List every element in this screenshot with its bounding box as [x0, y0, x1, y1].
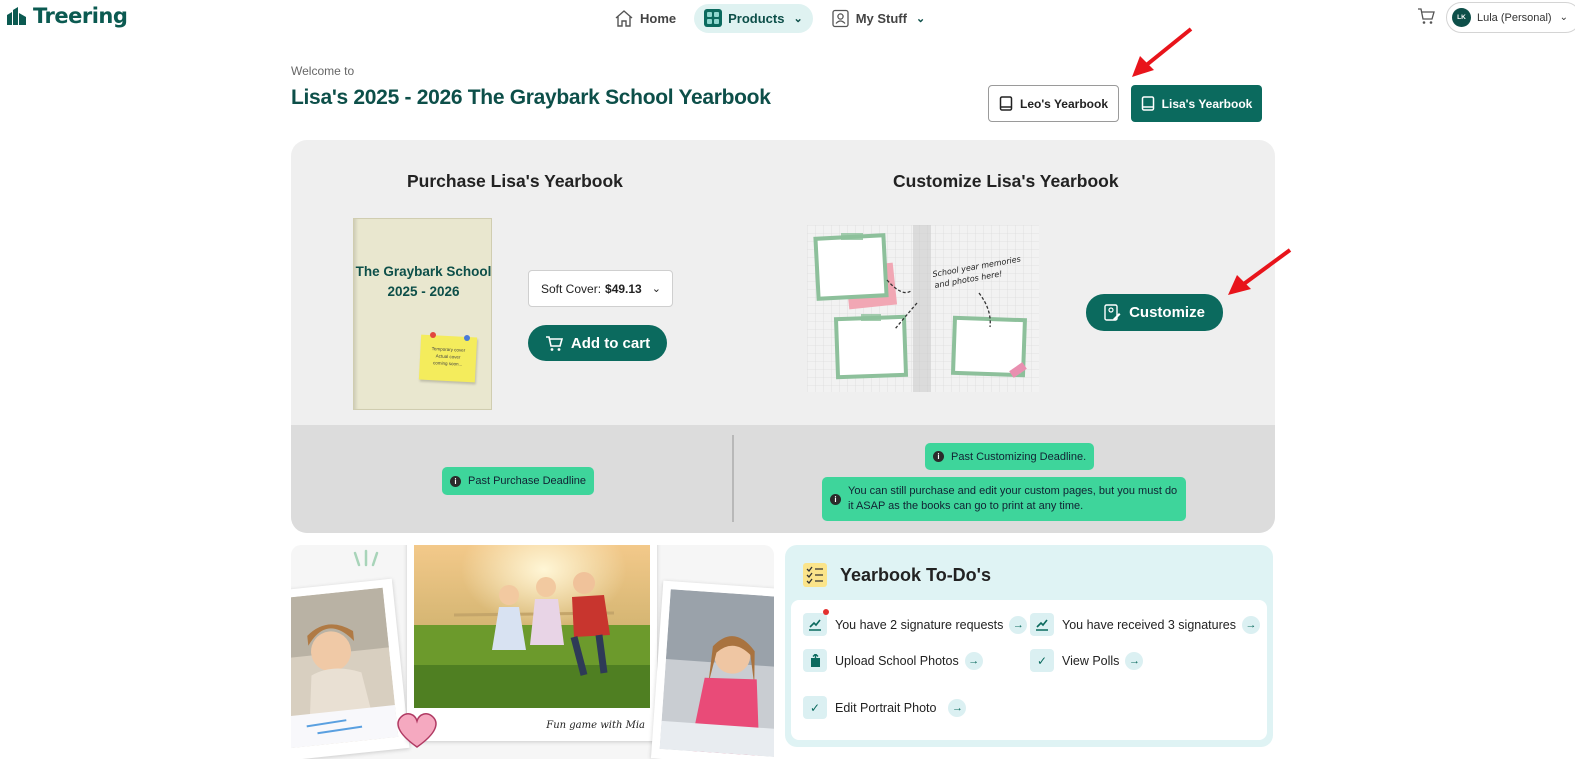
home-icon: [615, 9, 633, 27]
arrow-right-icon: →: [1125, 651, 1144, 670]
pin-icon: [464, 335, 470, 341]
info-icon: i: [450, 475, 461, 487]
nav-my-stuff[interactable]: My Stuff ⌄: [821, 4, 936, 33]
todo-view-polls[interactable]: ✓ View Polls →: [1030, 649, 1144, 672]
todo-title: Yearbook To-Do's: [840, 565, 991, 585]
todo-list: You have 2 signature requests → You have…: [791, 600, 1267, 740]
arrow-right-icon: →: [1009, 615, 1028, 634]
checklist-icon: [803, 563, 827, 587]
customize-label: Customize: [1129, 304, 1205, 321]
child-drawing-photo: [291, 587, 399, 749]
girl-laughing-photo: [659, 589, 774, 757]
edit-page-icon: [1104, 304, 1121, 321]
pin-icon: [430, 332, 436, 338]
leo-yearbook-label: Leo's Yearbook: [1019, 96, 1108, 111]
chevron-down-icon: ⌄: [793, 12, 803, 25]
check-icon: ✓: [803, 696, 827, 719]
red-annotation-arrow-icon: [1132, 27, 1193, 77]
cart-icon: [1418, 8, 1435, 24]
add-to-cart-label: Add to cart: [570, 334, 651, 352]
kids-tug-of-war-photo: [414, 545, 650, 708]
todo-edit-portrait-photo[interactable]: ✓ Edit Portrait Photo →: [803, 696, 967, 719]
todo-upload-school-photos[interactable]: Upload School Photos →: [803, 649, 983, 672]
nav-home[interactable]: Home: [604, 4, 686, 33]
nav-products-label: Products: [728, 10, 785, 26]
cover-option-label: Soft Cover:: [541, 281, 602, 296]
collage-caption: Fun game with Mia: [546, 720, 645, 731]
divider: [732, 435, 734, 522]
todo-label: View Polls: [1062, 653, 1120, 668]
account-name: Lula (Personal): [1477, 11, 1552, 24]
arrow-right-icon: →: [948, 698, 967, 717]
red-annotation-arrow-icon: [1228, 248, 1292, 295]
customize-section-title: Customize Lisa's Yearbook: [893, 171, 1119, 191]
book-icon: [1141, 95, 1154, 111]
nav-products[interactable]: Products ⌄: [694, 3, 813, 33]
purchase-deadline-badge: i Past Purchase Deadline: [442, 467, 595, 495]
check-icon: ✓: [1030, 649, 1054, 672]
treering-logo[interactable]: Treering: [6, 4, 128, 28]
todo-label: You have received 3 signatures: [1062, 617, 1236, 632]
todo-card: Yearbook To-Do's You have 2 signature re…: [785, 545, 1273, 747]
avatar: LK: [1452, 8, 1471, 27]
yearbook-cover-image: The Graybark School 2025 - 2026 Temporar…: [353, 218, 492, 410]
add-to-cart-button[interactable]: Add to cart: [528, 325, 667, 361]
open-yearbook-illustration: School year memories and photos here!: [807, 225, 1039, 392]
todo-label: Upload School Photos: [835, 653, 959, 668]
book-icon: [999, 95, 1013, 111]
heart-icon: [397, 713, 437, 748]
info-icon: i: [933, 451, 944, 462]
customize-button[interactable]: Customize: [1086, 294, 1223, 331]
cart-button[interactable]: [1417, 7, 1435, 30]
customize-notice-text: You can still purchase and edit your cus…: [848, 485, 1178, 512]
products-grid-icon: [704, 9, 723, 27]
upload-photo-icon: [803, 649, 827, 672]
welcome-text: Welcome to: [291, 64, 355, 78]
purchase-deadline-text: Past Purchase Deadline: [468, 475, 587, 487]
signature-icon: [803, 609, 829, 636]
sticky-note: Temporary cover Actual cover coming soon…: [418, 334, 478, 383]
account-menu[interactable]: LK Lula (Personal) ⌄: [1446, 2, 1575, 33]
chevron-down-icon: ⌄: [915, 12, 926, 25]
nav-my-stuff-label: My Stuff: [855, 10, 907, 26]
cart-icon: [545, 335, 563, 351]
cover-option-price: $49.13: [605, 281, 642, 296]
customize-deadline-text: Past Customizing Deadline.: [951, 450, 1087, 463]
purchase-section-title: Purchase Lisa's Yearbook: [407, 171, 623, 191]
brand-name: Treering: [33, 4, 128, 28]
customize-notice: i You can still purchase and edit your c…: [822, 477, 1186, 521]
nav-home-label: Home: [640, 10, 677, 26]
todo-label: Edit Portrait Photo: [835, 700, 937, 715]
arrow-right-icon: →: [1241, 615, 1260, 634]
todo-label: You have 2 signature requests: [835, 617, 1004, 632]
photo-frame: [291, 578, 410, 759]
todo-signature-requests[interactable]: You have 2 signature requests →: [803, 609, 1028, 636]
cover-title-line2: 2025 - 2026: [387, 284, 460, 299]
page-title: Lisa's 2025 - 2026 The Graybark School Y…: [291, 86, 771, 109]
chevron-down-icon: ⌄: [651, 283, 661, 295]
signature-icon: [1030, 613, 1054, 636]
photo-collage: Fun game with Mia: [291, 545, 774, 759]
lisa-yearbook-button[interactable]: Lisa's Yearbook: [1131, 85, 1262, 122]
photo-frame: [650, 580, 774, 759]
chevron-down-icon: ⌄: [1559, 12, 1568, 23]
cover-title: The Graybark School 2025 - 2026: [354, 262, 493, 302]
main-nav: Home Products ⌄ My Stuff ⌄: [604, 3, 935, 33]
notification-dot: [823, 609, 829, 615]
leo-yearbook-button[interactable]: Leo's Yearbook: [988, 85, 1119, 122]
customize-deadline-badge: i Past Customizing Deadline.: [925, 443, 1095, 470]
cover-title-line1: The Graybark School: [355, 264, 492, 279]
arrow-right-icon: →: [964, 651, 983, 670]
photo-frame: Fun game with Mia: [407, 545, 657, 741]
cover-type-select[interactable]: Soft Cover: $49.13 ⌄: [528, 270, 673, 307]
my-stuff-icon: [832, 9, 849, 27]
todo-received-signatures[interactable]: You have received 3 signatures →: [1030, 613, 1260, 636]
sparkle-marks-icon: [353, 549, 379, 567]
treering-logo-icon: [7, 6, 26, 25]
info-icon: i: [830, 493, 841, 505]
lisa-yearbook-label: Lisa's Yearbook: [1161, 96, 1253, 111]
